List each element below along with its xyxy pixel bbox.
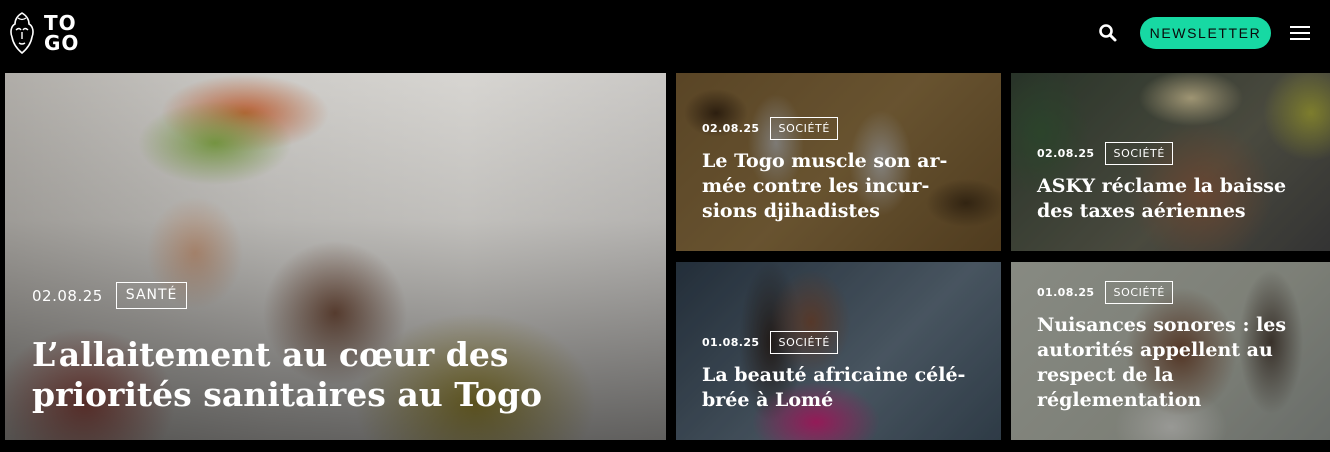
logo-line-2: GO — [44, 31, 80, 55]
logo-wordmark: TO GO — [44, 13, 79, 53]
article-title[interactable]: ASKY réclame la baisse des taxes aérienn… — [1037, 174, 1327, 224]
article-date: 02.08.25 — [702, 122, 760, 135]
featured-article-card[interactable]: 02.08.25 SANTÉ L’allaitement au cœur des… — [5, 73, 666, 440]
article-date: 02.08.25 — [32, 286, 103, 305]
search-icon[interactable] — [1097, 22, 1119, 44]
category-tag[interactable]: SANTÉ — [115, 282, 188, 309]
newsletter-button[interactable]: NEWSLETTER — [1140, 17, 1271, 49]
category-tag[interactable]: SOCIÉTÉ — [1105, 281, 1173, 304]
category-tag[interactable]: SOCIÉTÉ — [770, 117, 838, 140]
article-card[interactable]: 01.08.25 SOCIÉTÉ La beauté africaine cél… — [676, 262, 1001, 440]
article-date: 01.08.25 — [1037, 286, 1095, 299]
logo-line-1: TO — [44, 11, 77, 35]
article-title[interactable]: La beauté africaine célé- brée à Lomé — [702, 363, 997, 413]
article-meta: 02.08.25 SOCIÉTÉ — [702, 117, 838, 140]
site-header: TO GO NEWSLETTER — [0, 0, 1330, 70]
article-card[interactable]: 02.08.25 SOCIÉTÉ Le Togo muscle son ar- … — [676, 73, 1001, 251]
article-meta: 01.08.25 SOCIÉTÉ — [702, 331, 838, 354]
category-tag[interactable]: SOCIÉTÉ — [770, 331, 838, 354]
site-logo[interactable]: TO GO — [8, 12, 88, 56]
category-tag[interactable]: SOCIÉTÉ — [1105, 142, 1173, 165]
article-meta: 01.08.25 SOCIÉTÉ — [1037, 281, 1173, 304]
article-date: 02.08.25 — [1037, 147, 1095, 160]
article-title[interactable]: L’allaitement au cœur des priorités sani… — [32, 335, 652, 415]
article-title[interactable]: Nuisances sonores : les autorités appell… — [1037, 313, 1327, 413]
article-card[interactable]: 02.08.25 SOCIÉTÉ ASKY réclame la baisse … — [1011, 73, 1330, 251]
article-card[interactable]: 01.08.25 SOCIÉTÉ Nuisances sonores : les… — [1011, 262, 1330, 440]
article-date: 01.08.25 — [702, 336, 760, 349]
mask-icon — [10, 12, 34, 54]
article-meta: 02.08.25 SANTÉ — [32, 282, 188, 309]
article-meta: 02.08.25 SOCIÉTÉ — [1037, 142, 1173, 165]
hamburger-menu-icon[interactable] — [1290, 24, 1312, 42]
article-title[interactable]: Le Togo muscle son ar- mée contre les in… — [702, 149, 997, 224]
